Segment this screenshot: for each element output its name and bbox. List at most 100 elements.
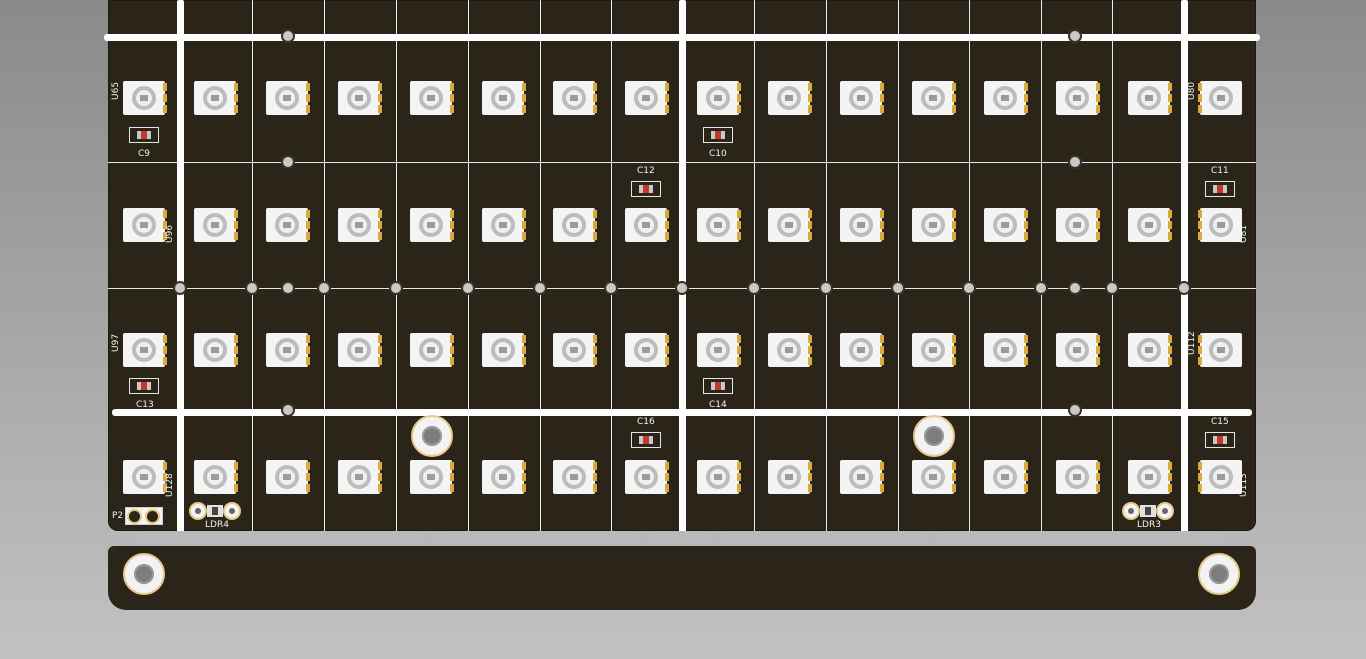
led-top-12 — [912, 81, 956, 115]
led-pads — [952, 83, 956, 113]
led-bottom-1 — [123, 460, 167, 494]
led-second-1 — [123, 208, 167, 242]
led-bottom-7 — [553, 460, 597, 494]
led-lens — [849, 465, 873, 489]
led-third-6 — [482, 333, 526, 367]
led-second-11 — [840, 208, 884, 242]
led-lens — [419, 338, 443, 362]
led-lens — [777, 338, 801, 362]
via — [1070, 31, 1080, 41]
grid-column-line — [324, 0, 325, 531]
led-pads — [306, 462, 310, 492]
led-lens — [347, 465, 371, 489]
led-lens — [993, 213, 1017, 237]
led-lens — [562, 465, 586, 489]
led-lens — [777, 213, 801, 237]
led-pads — [378, 210, 382, 240]
led-lens — [203, 465, 227, 489]
led-lens — [849, 338, 873, 362]
grid-column-line — [754, 0, 755, 531]
led-pads — [665, 335, 669, 365]
led-lens — [849, 86, 873, 110]
silkscreen-label-ldr4: LDR4 — [205, 520, 229, 530]
via — [1036, 283, 1046, 293]
led-pads — [1096, 335, 1100, 365]
led-pads — [1168, 83, 1172, 113]
silkscreen-label-u81: U81 — [1239, 224, 1249, 243]
via — [677, 283, 687, 293]
led-lens — [275, 213, 299, 237]
led-lens — [921, 86, 945, 110]
led-second-12 — [912, 208, 956, 242]
led-pads — [808, 335, 812, 365]
connector-p2 — [125, 507, 163, 525]
led-lens — [347, 338, 371, 362]
led-lens — [347, 86, 371, 110]
led-lens — [275, 465, 299, 489]
led-lens — [706, 465, 730, 489]
via — [247, 283, 257, 293]
led-lens — [993, 86, 1017, 110]
led-third-5 — [410, 333, 454, 367]
led-pads — [808, 83, 812, 113]
led-lens — [203, 86, 227, 110]
led-pads — [737, 335, 741, 365]
led-lens — [1065, 465, 1089, 489]
led-lens — [491, 86, 515, 110]
led-lens — [706, 338, 730, 362]
led-lens — [1209, 86, 1233, 110]
led-pads — [163, 335, 167, 365]
led-bottom-5 — [410, 460, 454, 494]
via — [1107, 283, 1117, 293]
led-bottom-3 — [266, 460, 310, 494]
led-third-15 — [1128, 333, 1172, 367]
led-third-13 — [984, 333, 1028, 367]
led-pads — [593, 83, 597, 113]
mounting-hole — [913, 415, 955, 457]
silkscreen-label-u113: U113 — [1239, 473, 1249, 497]
breakaway-slot — [650, 531, 714, 546]
led-lens — [1137, 213, 1161, 237]
led-pads — [234, 83, 238, 113]
led-pads — [952, 210, 956, 240]
led-top-1 — [123, 81, 167, 115]
led-bottom-16 — [1198, 460, 1242, 494]
led-pads — [1024, 462, 1028, 492]
led-pads — [450, 210, 454, 240]
grid-column-line — [969, 0, 970, 531]
led-top-3 — [266, 81, 310, 115]
led-pads — [880, 462, 884, 492]
led-pads — [952, 335, 956, 365]
led-lens — [203, 213, 227, 237]
led-lens — [921, 465, 945, 489]
led-third-10 — [768, 333, 812, 367]
led-top-9 — [697, 81, 741, 115]
via — [606, 283, 616, 293]
led-top-16 — [1198, 81, 1242, 115]
led-lens — [777, 86, 801, 110]
led-pads — [234, 210, 238, 240]
led-bottom-12 — [912, 460, 956, 494]
grid-column-line — [1041, 0, 1042, 531]
led-second-14 — [1056, 208, 1100, 242]
led-lens — [419, 213, 443, 237]
led-pads — [306, 83, 310, 113]
led-lens — [491, 338, 515, 362]
silkscreen-label-u112: U112 — [1187, 331, 1197, 355]
via — [283, 283, 293, 293]
capacitor — [703, 378, 733, 394]
breakaway-slot — [136, 531, 426, 546]
led-third-1 — [123, 333, 167, 367]
led-lens — [132, 213, 156, 237]
led-second-5 — [410, 208, 454, 242]
led-pads — [1024, 335, 1028, 365]
led-bottom-2 — [194, 460, 238, 494]
led-pads — [378, 335, 382, 365]
led-bottom-9 — [697, 460, 741, 494]
grid-column-line — [468, 0, 469, 531]
led-pads — [234, 462, 238, 492]
capacitor — [703, 127, 733, 143]
led-top-13 — [984, 81, 1028, 115]
via — [1070, 283, 1080, 293]
silkscreen-label-u128: U128 — [165, 473, 175, 497]
